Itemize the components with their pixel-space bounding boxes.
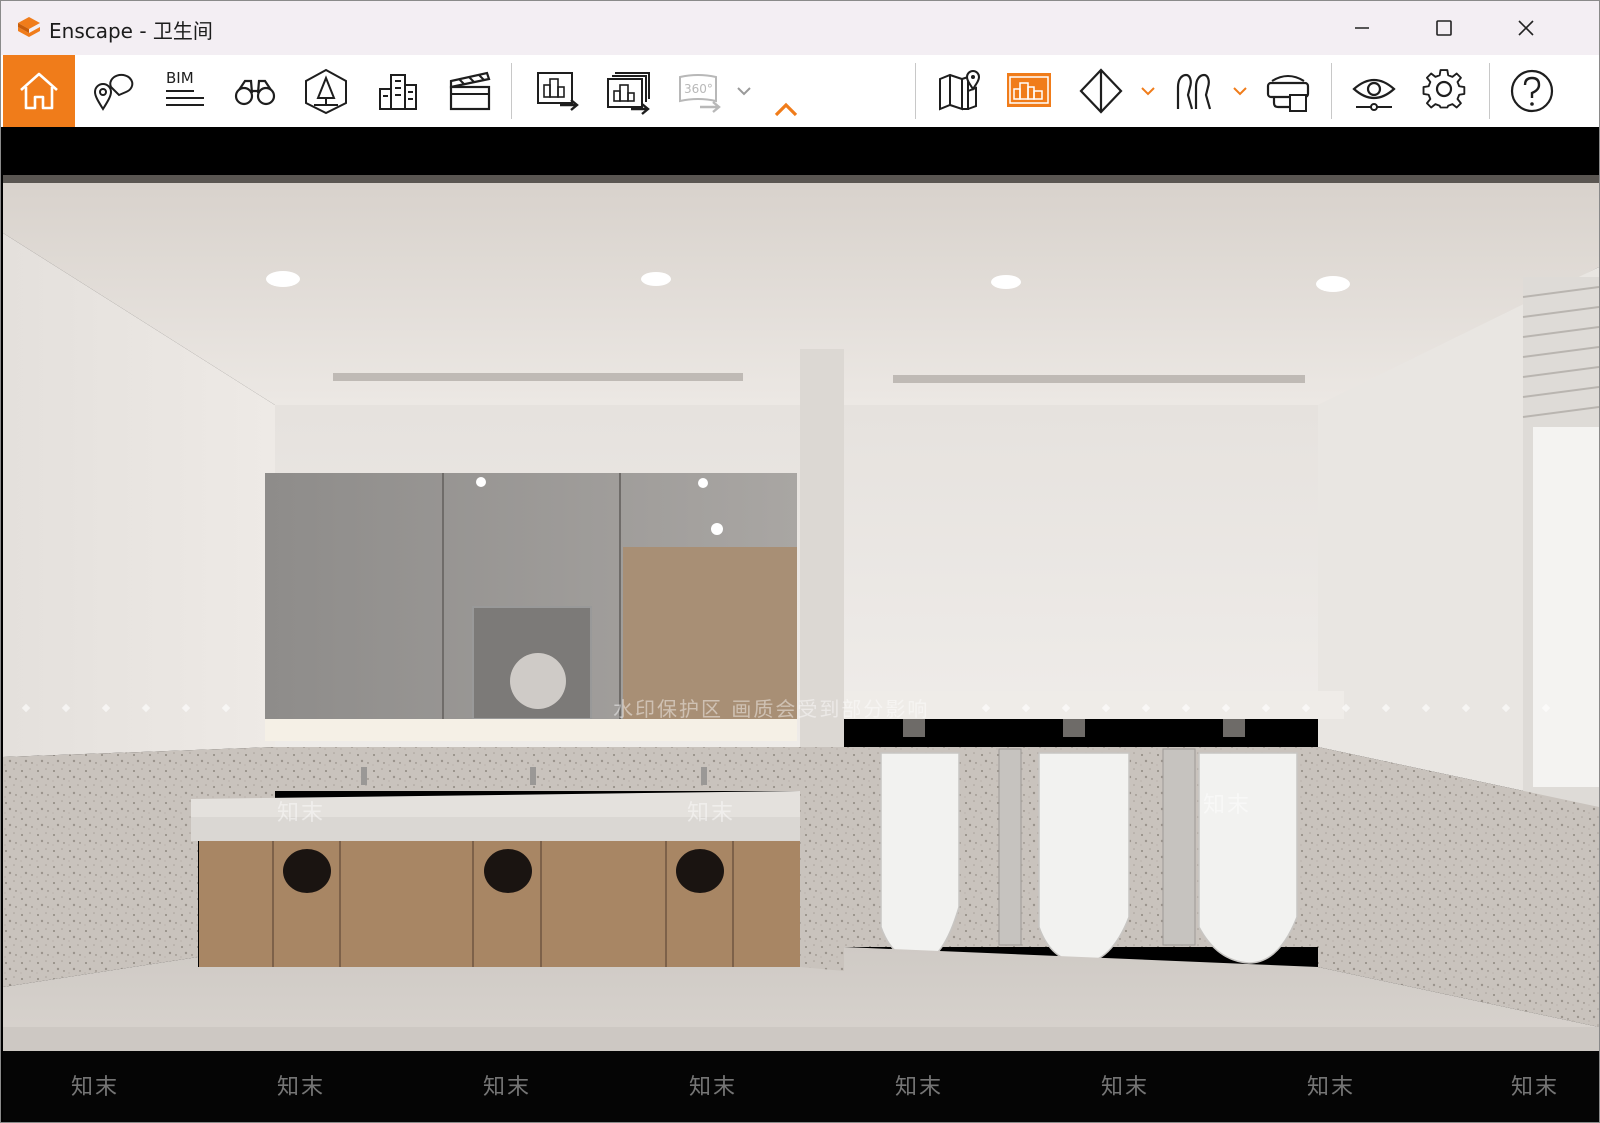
chevron-up-icon bbox=[774, 102, 798, 117]
watermark-brand: 知末 bbox=[277, 1075, 326, 1100]
bim-icon: BIM bbox=[166, 69, 204, 106]
toolbar-separator bbox=[915, 63, 916, 119]
panorama-button[interactable]: 360° bbox=[665, 55, 735, 127]
batch-render-button[interactable] bbox=[594, 55, 664, 127]
render-viewport[interactable]: 水印保护区 画质会受到部分影响 知末 知末 知末 知末 知末 知末 知末 知末 … bbox=[3, 127, 1599, 1122]
watermark-brand: 知末 bbox=[483, 1075, 532, 1100]
maximize-icon bbox=[1436, 20, 1452, 36]
watermark-brand: 知末 bbox=[687, 801, 736, 826]
watermark-brand: 知末 bbox=[1307, 1075, 1356, 1100]
location-pins-icon bbox=[93, 73, 134, 111]
video-editor-button[interactable] bbox=[434, 55, 504, 127]
render-image-button[interactable] bbox=[523, 55, 593, 127]
watermark-banner: 水印保护区 画质会受到部分影响 bbox=[613, 697, 930, 721]
collapse-toolbar-button[interactable] bbox=[751, 55, 821, 127]
maximize-button[interactable] bbox=[1403, 1, 1485, 55]
window-title: Enscape - 卫生间 bbox=[49, 19, 213, 43]
section-diamond-icon bbox=[1079, 68, 1123, 114]
bathroom-render-image bbox=[3, 127, 1599, 1122]
bim-button[interactable]: BIM bbox=[149, 55, 219, 127]
walk-icon bbox=[1176, 73, 1212, 110]
section-dropdown[interactable] bbox=[1137, 55, 1159, 127]
atmosphere-button[interactable] bbox=[291, 55, 361, 127]
chevron-down-icon bbox=[1233, 87, 1247, 96]
tree-icon bbox=[305, 68, 347, 115]
vr-headset-icon bbox=[1266, 75, 1310, 112]
watermark-brand: 知末 bbox=[1511, 1075, 1560, 1100]
render-image-icon bbox=[537, 72, 579, 111]
watermark-brand: 知末 bbox=[1203, 793, 1252, 818]
home-icon bbox=[20, 72, 58, 110]
asset-library-buildings-button[interactable] bbox=[363, 55, 433, 127]
close-button[interactable] bbox=[1485, 1, 1567, 55]
map-icon bbox=[939, 70, 981, 111]
views-button[interactable] bbox=[77, 55, 147, 127]
chevron-down-icon bbox=[1141, 87, 1155, 96]
minimap-icon bbox=[1007, 73, 1051, 107]
minimize-icon bbox=[1355, 27, 1369, 29]
watermark-brand: 知末 bbox=[689, 1075, 738, 1100]
watermark-brand: 知末 bbox=[1101, 1075, 1150, 1100]
visual-settings-eye-button[interactable] bbox=[1339, 55, 1409, 127]
panorama-label: 360° bbox=[684, 82, 713, 96]
toolbar-separator bbox=[1331, 63, 1332, 119]
toolbar-separator bbox=[511, 63, 512, 119]
close-icon bbox=[1518, 20, 1534, 36]
chevron-down-icon bbox=[737, 87, 751, 96]
map-button[interactable] bbox=[923, 55, 993, 127]
watermark-brand: 知末 bbox=[277, 801, 326, 826]
toolbar-separator bbox=[1489, 63, 1490, 119]
binoculars-icon bbox=[234, 79, 276, 106]
clapperboard-icon bbox=[449, 71, 491, 111]
asset-library-button[interactable] bbox=[220, 55, 290, 127]
app-window: Enscape - 卫生间 BIM 360° 水印保护区 画质会受到部分影响 知… bbox=[0, 0, 1600, 1123]
enscape-logo-icon bbox=[18, 17, 40, 37]
help-button[interactable] bbox=[1497, 55, 1567, 127]
walk-mode-button[interactable] bbox=[1159, 55, 1229, 127]
minimize-button[interactable] bbox=[1321, 1, 1403, 55]
home-button[interactable] bbox=[3, 55, 75, 127]
buildings-icon bbox=[379, 74, 417, 110]
gear-icon bbox=[1422, 69, 1466, 109]
eye-settings-icon bbox=[1352, 78, 1396, 111]
minimap-button[interactable] bbox=[994, 55, 1064, 127]
section-button[interactable] bbox=[1066, 55, 1136, 127]
help-icon bbox=[1510, 69, 1554, 113]
watermark-brand: 知末 bbox=[895, 1075, 944, 1100]
main-toolbar: BIM 360° bbox=[1, 55, 1599, 127]
settings-button[interactable] bbox=[1409, 55, 1479, 127]
panorama-360-icon: 360° bbox=[679, 74, 721, 113]
batch-render-icon bbox=[607, 72, 650, 115]
watermark-brand: 知末 bbox=[71, 1075, 120, 1100]
walk-mode-dropdown[interactable] bbox=[1229, 55, 1251, 127]
vr-headset-button[interactable] bbox=[1253, 55, 1323, 127]
title-bar[interactable]: Enscape - 卫生间 bbox=[1, 1, 1599, 55]
bim-label: BIM bbox=[166, 69, 194, 87]
